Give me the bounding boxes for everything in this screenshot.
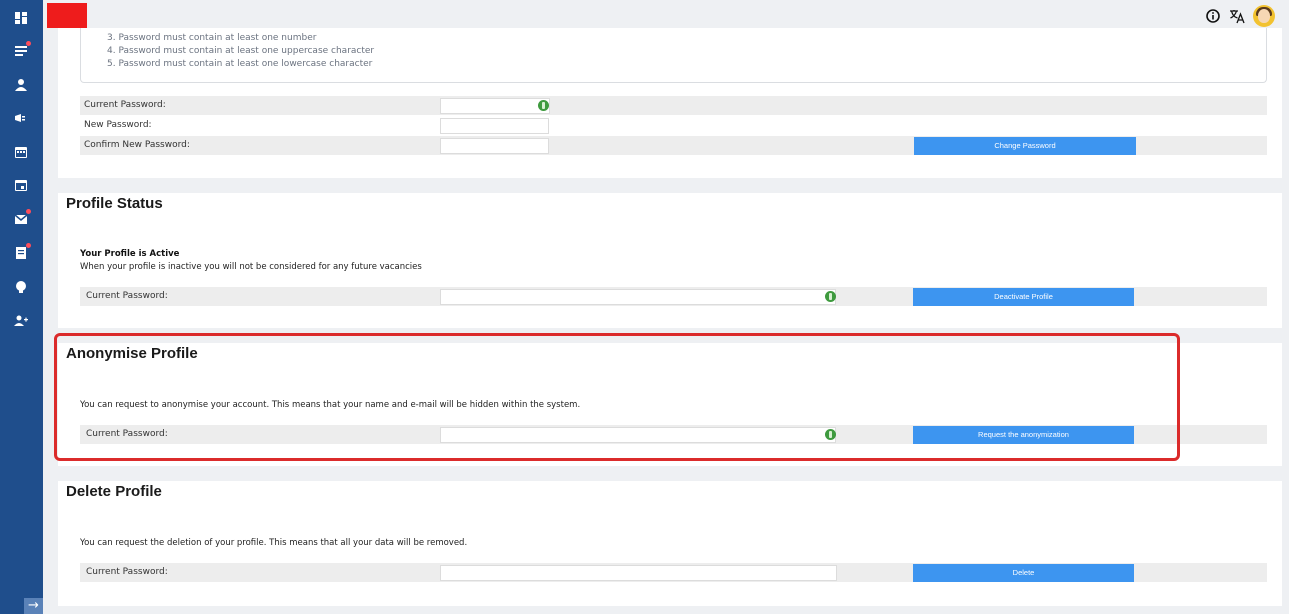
- calendar-event-icon[interactable]: [13, 177, 29, 193]
- anonymise-password-row: Current Password: Request the anonymizat…: [80, 425, 1267, 444]
- mail-icon[interactable]: [13, 209, 31, 227]
- password-change-card: 3. Password must contain at least one nu…: [58, 28, 1282, 178]
- group-add-icon[interactable]: [13, 313, 29, 329]
- new-password-input[interactable]: [440, 118, 549, 134]
- password-rule: 3. Password must contain at least one nu…: [107, 33, 317, 43]
- change-password-button[interactable]: Change Password: [914, 137, 1136, 155]
- delete-password-label: Current Password:: [86, 567, 168, 577]
- list-icon[interactable]: [13, 41, 31, 59]
- delete-profile-title: Delete Profile: [66, 483, 162, 500]
- notification-dot: [26, 243, 31, 248]
- password-rule: 5. Password must contain at least one lo…: [107, 59, 373, 69]
- eye-icon[interactable]: [825, 429, 836, 440]
- translate-icon[interactable]: [1229, 8, 1245, 24]
- password-rules-box: 3. Password must contain at least one nu…: [80, 28, 1267, 83]
- request-anonymization-button[interactable]: Request the anonymization: [913, 426, 1134, 444]
- password-rule: 4. Password must contain at least one up…: [107, 46, 375, 56]
- current-password-row: Current Password:: [80, 96, 1267, 115]
- new-password-row: New Password:: [80, 116, 1267, 135]
- info-icon[interactable]: [1205, 8, 1221, 24]
- sidebar: →: [0, 0, 43, 614]
- confirm-password-row: Confirm New Password: Change Password: [80, 136, 1267, 155]
- document-icon[interactable]: [13, 243, 31, 261]
- eye-icon[interactable]: [825, 291, 836, 302]
- notification-dot: [26, 41, 31, 46]
- header-icons: [1205, 5, 1275, 27]
- anonymise-description: You can request to anonymise your accoun…: [80, 400, 581, 410]
- logo[interactable]: [47, 3, 87, 28]
- eye-icon[interactable]: [538, 100, 549, 111]
- notification-dot: [26, 209, 31, 214]
- avatar-face: [1258, 9, 1270, 23]
- delete-password-input[interactable]: [440, 565, 837, 581]
- profile-status-card: Profile Status Your Profile is Active Wh…: [58, 193, 1282, 328]
- delete-password-row: Current Password: Delete: [80, 563, 1267, 582]
- deactivate-password-input[interactable]: [440, 289, 836, 305]
- megaphone-icon[interactable]: [13, 110, 29, 126]
- calendar-icon[interactable]: [13, 144, 29, 160]
- delete-profile-card: Delete Profile You can request the delet…: [58, 481, 1282, 606]
- avatar[interactable]: [1253, 5, 1275, 27]
- deactivate-profile-button[interactable]: Deactivate Profile: [913, 288, 1134, 306]
- anonymise-profile-card: Anonymise Profile You can request to ano…: [58, 343, 1282, 466]
- arrow-right-icon[interactable]: →: [24, 598, 43, 614]
- current-password-label: Current Password:: [84, 100, 166, 110]
- dashboard-icon[interactable]: [13, 10, 29, 26]
- deactivate-password-label: Current Password:: [86, 291, 168, 301]
- new-password-label: New Password:: [84, 120, 152, 130]
- anonymise-profile-title: Anonymise Profile: [66, 345, 198, 362]
- deactivate-password-row: Current Password: Deactivate Profile: [80, 287, 1267, 306]
- delete-description: You can request the deletion of your pro…: [80, 538, 468, 548]
- profile-status-title: Profile Status: [66, 195, 163, 212]
- delete-button[interactable]: Delete: [913, 564, 1134, 582]
- current-password-input[interactable]: [440, 98, 550, 114]
- profile-status-label: Your Profile is Active: [80, 249, 180, 259]
- confirm-password-label: Confirm New Password:: [84, 140, 190, 150]
- user-icon[interactable]: [13, 77, 29, 93]
- anonymise-password-input[interactable]: [440, 427, 836, 443]
- anonymise-password-label: Current Password:: [86, 429, 168, 439]
- confirm-password-input[interactable]: [440, 138, 549, 154]
- profile-status-description: When your profile is inactive you will n…: [80, 262, 422, 272]
- lightbulb-icon[interactable]: [13, 279, 29, 295]
